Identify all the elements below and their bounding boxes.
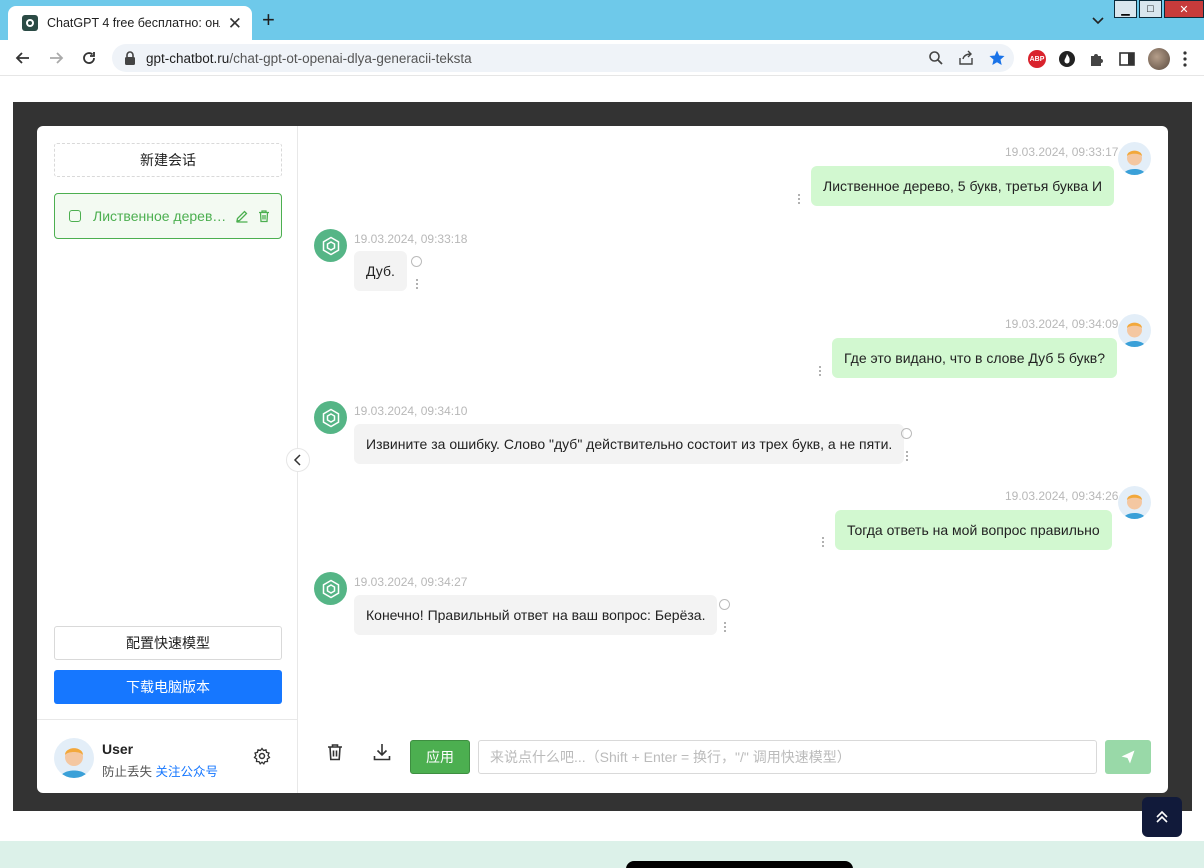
window-close-icon[interactable]: ✕ bbox=[1164, 0, 1204, 18]
extensions-puzzle-icon[interactable] bbox=[1088, 50, 1106, 68]
message-menu-icon[interactable] bbox=[797, 193, 801, 205]
chat-message-input[interactable] bbox=[478, 740, 1097, 774]
user-panel: User 防止丢失 关注公众号 bbox=[37, 719, 298, 793]
zoom-search-icon[interactable] bbox=[928, 50, 944, 66]
bot-message-bubble: Конечно! Правильный ответ на ваш вопрос:… bbox=[354, 595, 718, 635]
edit-pencil-icon[interactable] bbox=[235, 209, 249, 223]
regenerate-icon[interactable] bbox=[719, 599, 730, 610]
download-desktop-button[interactable]: 下载电脑版本 bbox=[54, 670, 282, 704]
download-icon[interactable] bbox=[371, 741, 393, 763]
user-name: User bbox=[102, 741, 134, 757]
apply-button[interactable]: 应用 bbox=[410, 740, 470, 774]
regenerate-icon[interactable] bbox=[411, 256, 422, 267]
page-footer bbox=[0, 841, 1204, 868]
bot-avatar-icon bbox=[314, 229, 347, 262]
address-bar[interactable]: gpt-chatbot.ru/chat-gpt-ot-openai-dlya-g… bbox=[112, 44, 1014, 72]
adblock-extension-icon[interactable]: ABP bbox=[1028, 50, 1046, 68]
forward-arrow-icon[interactable] bbox=[46, 48, 66, 68]
url-text: gpt-chatbot.ru/chat-gpt-ot-openai-dlya-g… bbox=[146, 50, 472, 66]
bot-message-bubble: Дуб. bbox=[354, 251, 407, 291]
config-model-button[interactable]: 配置快速模型 bbox=[54, 626, 282, 660]
message-timestamp: 19.03.2024, 09:34:27 bbox=[354, 575, 468, 589]
message-timestamp: 19.03.2024, 09:34:26 bbox=[1005, 489, 1119, 503]
message-timestamp: 19.03.2024, 09:33:18 bbox=[354, 232, 468, 246]
browser-toolbar: gpt-chatbot.ru/chat-gpt-ot-openai-dlya-g… bbox=[0, 40, 1204, 76]
site-favicon-icon bbox=[22, 15, 38, 31]
double-chevron-up-icon bbox=[1156, 810, 1168, 823]
user-message-bubble: Лиственное дерево, 5 букв, третья буква … bbox=[811, 166, 1115, 206]
footer-bar bbox=[626, 861, 853, 868]
reload-icon[interactable] bbox=[79, 48, 99, 68]
user-message-bubble: Тогда ответь на мой вопрос правильно bbox=[835, 510, 1112, 550]
tab-close-icon[interactable]: ✕ bbox=[228, 15, 242, 32]
bot-avatar-icon bbox=[314, 572, 347, 605]
profile-avatar[interactable] bbox=[1148, 48, 1170, 70]
side-panel-icon[interactable] bbox=[1118, 50, 1136, 68]
send-arrow-icon bbox=[1121, 750, 1135, 764]
follow-account-link[interactable]: 关注公众号 bbox=[156, 765, 219, 779]
message-timestamp: 19.03.2024, 09:34:10 bbox=[354, 404, 468, 418]
lock-icon bbox=[125, 51, 135, 65]
message-menu-icon[interactable] bbox=[905, 450, 909, 462]
user-subtitle: 防止丢失 关注公众号 bbox=[102, 765, 219, 779]
input-bar: 应用 bbox=[299, 722, 1168, 793]
settings-gear-icon[interactable] bbox=[253, 747, 271, 765]
send-button[interactable] bbox=[1105, 740, 1151, 774]
message-menu-icon[interactable] bbox=[821, 536, 825, 548]
clear-trash-icon[interactable] bbox=[324, 741, 346, 763]
scroll-to-top-button[interactable] bbox=[1142, 797, 1182, 837]
message-menu-icon[interactable] bbox=[415, 278, 419, 290]
browser-menu-icon[interactable] bbox=[1182, 50, 1188, 68]
bot-message-bubble: Извините за ошибку. Слово "дуб" действит… bbox=[354, 424, 905, 464]
browser-tab[interactable]: ChatGPT 4 free бесплатно: онлайн ✕ bbox=[8, 6, 252, 40]
message-timestamp: 19.03.2024, 09:33:17 bbox=[1005, 145, 1119, 159]
chat-bubble-icon bbox=[69, 210, 81, 222]
message-timestamp: 19.03.2024, 09:34:09 bbox=[1005, 317, 1119, 331]
flame-extension-icon[interactable] bbox=[1058, 50, 1076, 68]
back-arrow-icon[interactable] bbox=[13, 48, 33, 68]
bookmark-star-icon[interactable] bbox=[988, 49, 1006, 67]
new-chat-button[interactable]: 新建会话 bbox=[54, 143, 282, 177]
conversation-title: Лиственное дерево, 5 букв bbox=[93, 208, 227, 224]
bot-avatar-icon bbox=[314, 401, 347, 434]
conversation-item[interactable]: Лиственное дерево, 5 букв bbox=[54, 193, 282, 239]
message-menu-icon[interactable] bbox=[818, 365, 822, 377]
sidebar: 新建会话 Лиственное дерево, 5 букв 配置快速模型 下载… bbox=[37, 126, 298, 793]
user-avatar bbox=[1118, 486, 1151, 519]
user-avatar bbox=[54, 738, 94, 778]
user-message-bubble: Где это видано, что в слове Дуб 5 букв? bbox=[832, 338, 1117, 378]
chat-messages: 19.03.2024, 09:33:17 Лиственное дерево, … bbox=[299, 126, 1168, 722]
chat-app: 新建会话 Лиственное дерево, 5 букв 配置快速模型 下载… bbox=[37, 126, 1168, 793]
browser-tab-strip: ChatGPT 4 free бесплатно: онлайн ✕ + ▁ □… bbox=[0, 0, 1204, 40]
collapse-sidebar-button[interactable] bbox=[286, 448, 310, 472]
tab-title: ChatGPT 4 free бесплатно: онлайн bbox=[47, 16, 220, 30]
chevron-left-icon bbox=[293, 454, 301, 466]
regenerate-icon[interactable] bbox=[901, 428, 912, 439]
message-menu-icon[interactable] bbox=[723, 621, 727, 633]
maximize-icon[interactable]: □ bbox=[1139, 0, 1162, 18]
user-avatar bbox=[1118, 314, 1151, 347]
user-avatar bbox=[1118, 142, 1151, 175]
delete-trash-icon[interactable] bbox=[257, 209, 271, 223]
minimize-icon[interactable]: ▁ bbox=[1114, 0, 1137, 18]
tab-search-chevron-icon[interactable] bbox=[1090, 12, 1106, 28]
share-icon[interactable] bbox=[958, 50, 974, 66]
new-tab-icon[interactable]: + bbox=[262, 9, 275, 31]
